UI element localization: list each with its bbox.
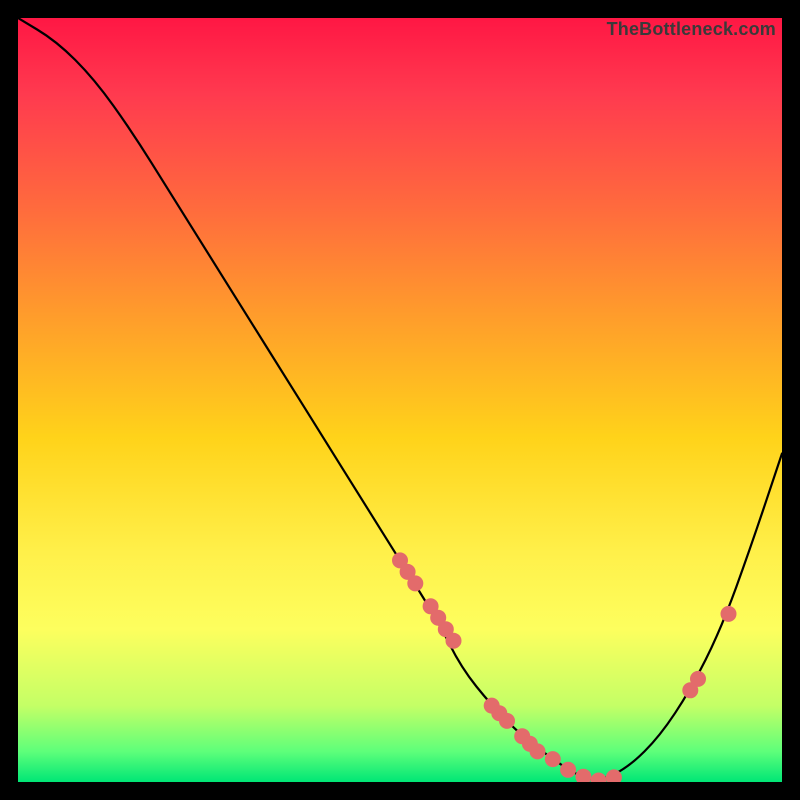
data-point: [721, 606, 737, 622]
chart-frame: TheBottleneck.com: [0, 0, 800, 800]
chart-svg: [18, 18, 782, 782]
data-point: [407, 575, 423, 591]
data-point: [591, 773, 607, 783]
data-point: [575, 769, 591, 782]
data-point: [690, 671, 706, 687]
plot-area: TheBottleneck.com: [18, 18, 782, 782]
bottleneck-curve: [18, 18, 782, 779]
data-point: [530, 743, 546, 759]
highlight-points: [392, 552, 737, 782]
data-point: [499, 713, 515, 729]
data-point: [545, 751, 561, 767]
data-point: [560, 762, 576, 778]
data-point: [446, 633, 462, 649]
